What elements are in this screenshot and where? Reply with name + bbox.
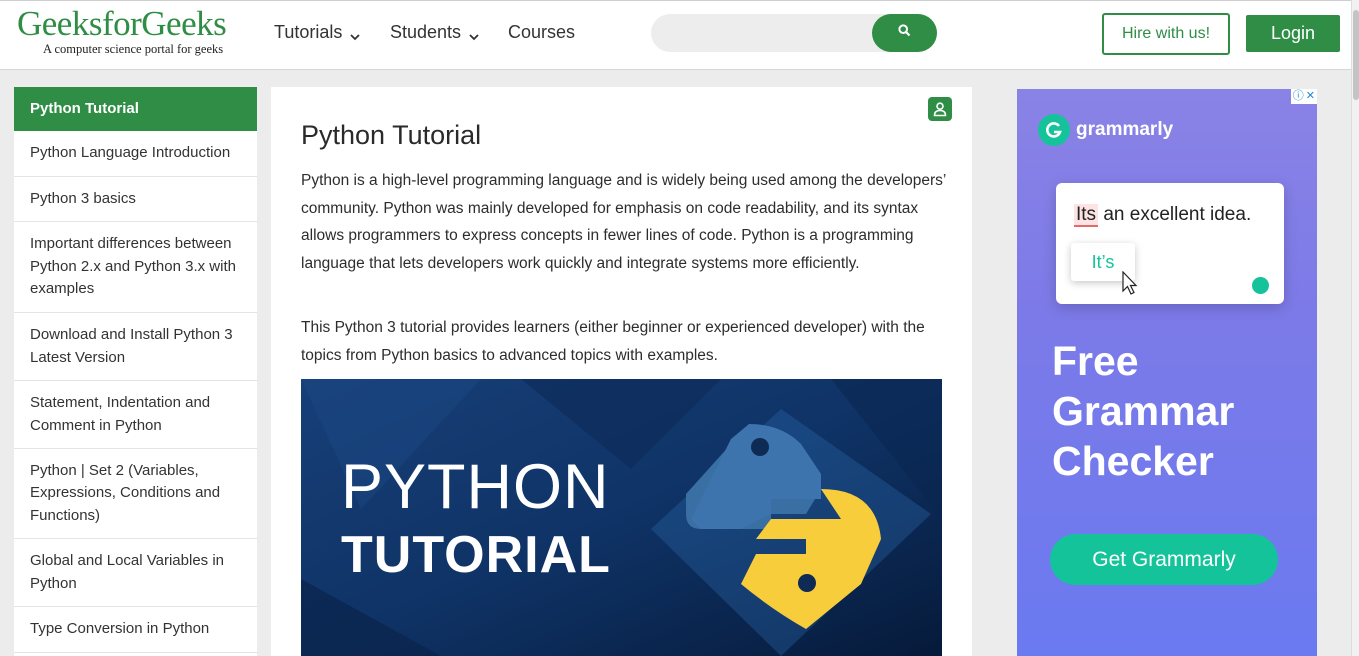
banner-title-line2: TUTORIAL bbox=[341, 526, 611, 584]
get-grammarly-button[interactable]: Get Grammarly bbox=[1050, 534, 1278, 585]
demo-error-word: Its bbox=[1074, 204, 1099, 227]
grammarly-badge-icon bbox=[1252, 277, 1269, 294]
sidebar-item[interactable]: Download and Install Python 3 Latest Ver… bbox=[14, 313, 257, 381]
article-paragraph: Python is a high-level programming langu… bbox=[301, 172, 946, 272]
chevron-down-icon bbox=[349, 27, 361, 40]
grammarly-g-icon bbox=[1038, 114, 1070, 146]
grammarly-brand: grammarly bbox=[1076, 119, 1174, 140]
nav-tutorials[interactable]: Tutorials bbox=[274, 22, 361, 43]
grammarly-ad[interactable]: ⓘ ✕ grammarly Its an excellent idea. It’… bbox=[1017, 89, 1317, 656]
sidebar-item[interactable]: Statement, Indentation and Comment in Py… bbox=[14, 381, 257, 449]
sidebar-item[interactable]: Python Language Introduction bbox=[14, 131, 257, 177]
close-icon[interactable]: ✕ bbox=[1306, 90, 1315, 103]
search-bar bbox=[651, 14, 937, 52]
chevron-down-icon bbox=[468, 27, 480, 40]
nav-students-label: Students bbox=[390, 22, 462, 42]
search-button[interactable] bbox=[872, 14, 937, 52]
sidebar-item[interactable]: Python | Set 2 (Variables, Expressions, … bbox=[14, 449, 257, 539]
nav-tutorials-label: Tutorials bbox=[274, 22, 343, 42]
tutorial-sidebar: Python Tutorial Python Language Introduc… bbox=[14, 87, 257, 656]
nav-students[interactable]: Students bbox=[390, 22, 480, 43]
ad-info-icon[interactable]: ⓘ bbox=[1293, 90, 1304, 103]
hire-with-us-button[interactable]: Hire with us! bbox=[1102, 13, 1230, 55]
logo-wordmark: GeeksforGeeks bbox=[17, 4, 227, 43]
scrollbar-thumb[interactable] bbox=[1353, 10, 1359, 100]
sidebar-item[interactable]: Important differences between Python 2.x… bbox=[14, 222, 257, 313]
sidebar-item[interactable]: Type Conversion in Python bbox=[14, 607, 257, 653]
search-icon bbox=[898, 24, 911, 42]
ad-headline: Free Grammar Checker bbox=[1052, 338, 1235, 484]
nav-courses[interactable]: Courses bbox=[508, 22, 575, 43]
sidebar-item[interactable]: Python 3 basics bbox=[14, 177, 257, 222]
sidebar-heading[interactable]: Python Tutorial bbox=[14, 87, 257, 131]
site-logo[interactable]: GeeksforGeeks A computer science portal … bbox=[17, 4, 227, 56]
logo-tagline: A computer science portal for geeks bbox=[43, 42, 224, 56]
page-scrollbar[interactable] bbox=[1351, 0, 1359, 656]
banner-title-line1: PYTHON bbox=[341, 452, 610, 522]
cursor-icon bbox=[1122, 270, 1138, 302]
grammarly-logo: grammarly bbox=[1038, 114, 1173, 146]
user-profile-icon[interactable] bbox=[928, 97, 952, 121]
demo-sentence: Its an excellent idea. bbox=[1074, 204, 1252, 227]
ad-controls[interactable]: ⓘ ✕ bbox=[1290, 89, 1317, 104]
python-tutorial-banner: PYTHON TUTORIAL bbox=[301, 379, 942, 656]
sidebar-item[interactable]: Global and Local Variables in Python bbox=[14, 539, 257, 607]
article-paragraph: This Python 3 tutorial provides learners… bbox=[301, 319, 925, 364]
demo-sentence-rest: an excellent idea. bbox=[1098, 204, 1252, 225]
article-title: Python Tutorial bbox=[301, 120, 482, 150]
login-button[interactable]: Login bbox=[1246, 15, 1340, 52]
search-input[interactable] bbox=[665, 14, 865, 52]
site-header: GeeksforGeeks A computer science portal … bbox=[0, 0, 1351, 70]
article-content: Python Tutorial Python is a high-level p… bbox=[271, 87, 972, 656]
nav-courses-label: Courses bbox=[508, 22, 576, 42]
ad-demo-card: Its an excellent idea. It’s bbox=[1056, 183, 1284, 304]
